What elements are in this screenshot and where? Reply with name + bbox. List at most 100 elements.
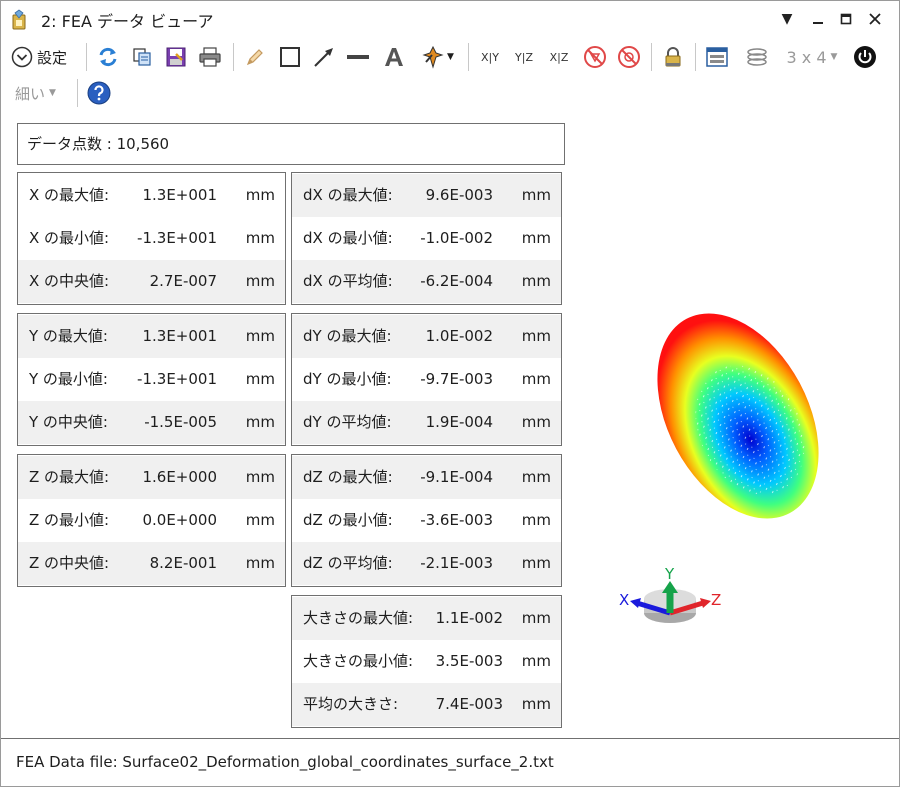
stat-row: Y の最小値: -1.3E+001 mm — [29, 370, 275, 388]
chevron-down-circle-icon — [11, 46, 33, 68]
save-button[interactable] — [162, 43, 190, 71]
rectangle-button[interactable] — [276, 43, 304, 71]
stat-row: dZ の最大値: -9.1E-004 mm — [292, 456, 561, 499]
layout-dropdown[interactable]: 3 x 4 ▼ — [783, 43, 841, 71]
stat-row: Y の最大値: 1.3E+001 mm — [18, 315, 285, 358]
no-icon — [618, 46, 640, 68]
power-icon — [854, 46, 876, 68]
window-button[interactable] — [703, 43, 731, 71]
caret-down-icon: ▼ — [447, 52, 454, 62]
x-axis-label: X — [619, 591, 629, 609]
print-button[interactable] — [196, 43, 224, 71]
copy-icon — [133, 48, 151, 66]
lock-icon — [665, 47, 681, 67]
layers-button[interactable] — [743, 43, 771, 71]
xy-icon: X|Y — [481, 50, 499, 64]
stat-row: Z の最小値: 0.0E+000 mm — [29, 511, 275, 529]
xz-icon: X|Z — [549, 50, 569, 64]
help-button[interactable] — [85, 79, 113, 107]
content-area: データ点数 : 10,560 X の最大値: 1.3E+001 mm X の最小値:… — [1, 113, 899, 738]
line-icon — [347, 55, 369, 59]
power-button[interactable] — [851, 43, 879, 71]
axis-triad: Y X Z — [619, 565, 721, 623]
yz-view-button[interactable]: Y|Z — [509, 43, 539, 71]
no-button[interactable] — [615, 43, 643, 71]
save-icon — [166, 47, 186, 67]
stat-row: Y の中央値: -1.5E-005 mm — [18, 401, 285, 444]
window-title: 2: FEA データ ビューア — [41, 12, 214, 31]
y-stats-panel: Y の最大値: 1.3E+001 mm Y の最小値: -1.3E+001 mm Y の… — [17, 313, 286, 446]
z-axis-arrowhead — [700, 598, 711, 608]
statistics-pane: データ点数 : 10,560 X の最大値: 1.3E+001 mm X の最小値:… — [9, 113, 573, 738]
x-axis-arrowhead — [630, 598, 641, 608]
stat-row: X の中央値: 2.7E-007 mm — [18, 260, 285, 303]
settings-label: 設定 — [37, 48, 68, 67]
text-button[interactable] — [380, 43, 408, 71]
toolbar-separator — [695, 43, 696, 71]
data-count-panel: データ点数 : 10,560 — [17, 123, 565, 165]
stat-row: 大きさの最小値: 3.5E-003 mm — [303, 652, 551, 670]
stat-row: dZ の最小値: -3.6E-003 mm — [303, 511, 551, 529]
window-icon — [706, 47, 728, 67]
stat-row: dY の最小値: -9.7E-003 mm — [303, 370, 551, 388]
minimize-icon — [813, 22, 823, 24]
stat-row: dX の平均値: -6.2E-004 mm — [292, 260, 561, 303]
rotate-off-button[interactable] — [581, 43, 609, 71]
stat-row: dX の最大値: 9.6E-003 mm — [292, 174, 561, 217]
xz-view-button[interactable]: X|Z — [544, 43, 574, 71]
stat-row: X の最小値: -1.3E+001 mm — [29, 229, 275, 247]
copy-button[interactable] — [128, 43, 156, 71]
lock-button[interactable] — [659, 43, 687, 71]
arrow-button[interactable] — [310, 43, 338, 71]
maximize-icon — [840, 13, 852, 25]
line-width-dropdown[interactable]: 細い ▼ — [15, 79, 67, 107]
z-axis-label: Z — [711, 591, 721, 609]
surface-plot[interactable]: Y X Z — [575, 113, 893, 738]
dy-stats-panel: dY の最大値: 1.0E-002 mm dY の最小値: -9.7E-003 mm d… — [291, 313, 562, 446]
text-icon — [385, 48, 403, 66]
pencil-icon — [246, 49, 263, 66]
pencil-button[interactable] — [241, 43, 269, 71]
close-icon — [869, 13, 881, 25]
stat-row: 大きさの最大値: 1.1E-002 mm — [292, 597, 561, 640]
help-icon — [87, 81, 111, 105]
title-bar: 2: FEA データ ビューア ▼ — [1, 1, 899, 37]
refresh-button[interactable] — [94, 43, 122, 71]
stat-row: dZ の平均値: -2.1E-003 mm — [292, 542, 561, 585]
toolbar-separator — [233, 43, 234, 71]
refresh-icon — [99, 47, 117, 67]
z-stats-panel: Z の最大値: 1.6E+000 mm Z の最小値: 0.0E+000 mm Z の中… — [17, 454, 286, 587]
toolbar-separator — [651, 43, 652, 71]
fea-data-viewer-window: 2: FEA データ ビューア ▼ 設定 ▼ X|Y Y|Z X|Z 3 x 4… — [0, 0, 900, 787]
yz-icon: Y|Z — [515, 50, 533, 64]
window-menu-button[interactable]: ▼ — [773, 5, 801, 33]
annotation-dropdown[interactable]: ▼ — [415, 43, 459, 71]
stat-row: Z の最大値: 1.6E+000 mm — [18, 456, 285, 499]
line-button[interactable] — [344, 43, 372, 71]
surface-plot-pane[interactable]: Y X Z — [575, 113, 893, 738]
y-axis-label: Y — [664, 565, 675, 583]
print-icon — [199, 47, 221, 67]
stat-row: Z の中央値: 8.2E-001 mm — [18, 542, 285, 585]
x-stats-panel: X の最大値: 1.3E+001 mm X の最小値: -1.3E+001 mm X の… — [17, 172, 286, 305]
line-width-label: 細い — [15, 84, 46, 103]
settings-button[interactable]: 設定 — [11, 43, 81, 71]
maximize-button[interactable] — [832, 5, 860, 33]
stat-row: 平均の大きさ: 7.4E-003 mm — [292, 683, 561, 726]
layers-icon — [747, 48, 767, 66]
magnitude-stats-panel: 大きさの最大値: 1.1E-002 mm 大きさの最小値: 3.5E-003 mm 平均… — [291, 595, 562, 728]
xy-view-button[interactable]: X|Y — [475, 43, 505, 71]
rotate-off-icon — [584, 46, 606, 68]
close-button[interactable] — [861, 5, 889, 33]
dz-stats-panel: dZ の最大値: -9.1E-004 mm dZ の最小値: -3.6E-003 mm … — [291, 454, 562, 587]
stat-row: dY の最大値: 1.0E-002 mm — [292, 315, 561, 358]
rectangle-icon — [280, 47, 300, 67]
caret-down-icon: ▼ — [830, 52, 838, 62]
toolbar-separator — [77, 79, 78, 107]
stat-row: X の最大値: 1.3E+001 mm — [29, 186, 275, 204]
file-path-label: FEA Data file: Surface02_Deformation_glo… — [16, 753, 554, 771]
deformation-surface — [657, 313, 819, 519]
minimize-button[interactable] — [804, 5, 832, 33]
caret-down-icon: ▼ — [49, 88, 56, 98]
pointer-icon — [422, 45, 444, 69]
